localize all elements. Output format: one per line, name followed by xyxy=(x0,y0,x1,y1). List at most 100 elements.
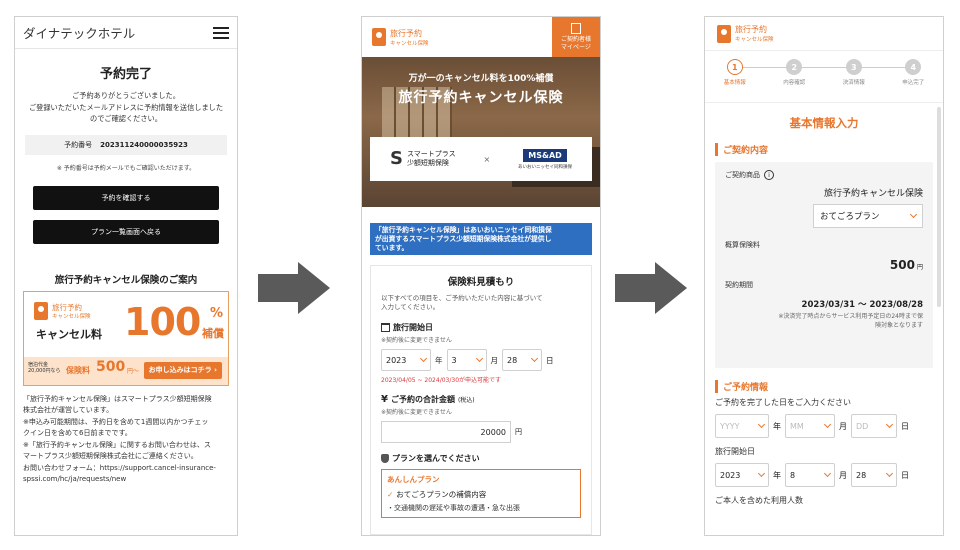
hotel-name: ダイナテックホテル xyxy=(23,26,136,41)
contract-details-card: ご契約商品 i 旅行予約キャンセル保険 おてごろプラン 概算保険料 500 円 契… xyxy=(715,162,933,368)
provider-notice: 「旅行予約キャンセル保険」はあいおいニッセイ同和損保 が出資するスマートプラス少… xyxy=(370,223,592,255)
plan-coverage-label: おてごろプランの補償内容 xyxy=(396,490,487,499)
step-confirm: 2 内容確認 xyxy=(768,59,820,86)
product-name: 旅行予約キャンセル保険 xyxy=(823,189,923,199)
start-month-select[interactable]: 8 xyxy=(785,463,835,487)
available-range: 2023/04/05 ~ 2024/03/30が申込可能です xyxy=(381,377,502,384)
step-payment: 3 決済情報 xyxy=(828,59,880,86)
year-select[interactable]: 2023 xyxy=(381,349,431,371)
quote-description: 以下すべての項目を、ご予約いただいた内容に基づいて 入力してください。 xyxy=(381,294,581,312)
chevron-down-icon xyxy=(530,354,539,363)
banner-stay-price: 宿泊代金 20,000円なら xyxy=(28,362,61,375)
step-label: 基本情報 xyxy=(723,80,746,86)
chevron-down-icon xyxy=(823,469,832,478)
insurance-guide-title: 旅行予約キャンセル保険のご案内 xyxy=(54,274,198,286)
chevron-down-icon xyxy=(419,354,428,363)
year-value: 2023 xyxy=(720,470,741,480)
quote-form-card: 保険料見積もり 以下すべての項目を、ご予約いただいた内容に基づいて 入力してくだ… xyxy=(370,265,592,535)
mypage-line1: ご契約者様 xyxy=(560,35,591,43)
mypage-button[interactable]: ご契約者様 マイページ xyxy=(552,17,600,57)
booking-year-select[interactable]: YYYY xyxy=(715,414,769,438)
shield-icon xyxy=(381,454,389,463)
confirm-reservation-button[interactable]: 予約を確認する xyxy=(33,185,219,210)
contact-form-link[interactable]: spssi.com/hc/ja/requests/new xyxy=(23,474,229,486)
period-note-line: ※決済完了時点からサービス利用予定日の24時まで保 xyxy=(778,313,923,320)
contract-section-heading: ご契約内容 xyxy=(715,143,933,156)
info-line: 株式会社が運営しています。 xyxy=(23,406,114,414)
info-icon[interactable]: i xyxy=(764,170,774,180)
period-note: ※決済完了時点からサービス利用予定日の24時まで保 険対象となります xyxy=(725,313,923,330)
insurance-logo-icon[interactable] xyxy=(717,24,731,43)
banner-hundred: 100 xyxy=(124,299,201,344)
amount-tax: (税込) xyxy=(457,397,475,404)
hamburger-menu-icon[interactable] xyxy=(213,26,229,39)
month-select[interactable]: 3 xyxy=(446,349,487,371)
brand-line2: キャンセル保険 xyxy=(735,37,774,43)
booking-month-select[interactable]: MM xyxy=(785,414,835,438)
brand-logo[interactable]: 旅行予約 キャンセル保険 xyxy=(362,17,429,57)
people-count-label: ご本人を含めた利用人数 xyxy=(715,496,803,505)
insurance-banner[interactable]: 旅行予約 キャンセル保険 キャンセル料 100 % 補償 宿泊代金 20,000… xyxy=(23,290,229,386)
page-title: 予約完了 xyxy=(99,67,152,82)
day-select[interactable]: 28 xyxy=(502,349,542,371)
cross-symbol: × xyxy=(483,154,491,164)
premium-amount: 500 円 xyxy=(725,258,923,272)
insurance-logo-icon xyxy=(34,301,48,320)
contact-form-link[interactable]: お問い合わせフォーム：https://support.cancel-insura… xyxy=(23,463,229,475)
start-date-section: 旅行開始日 ※契約後に変更できません 2023 年 3 月 28 日 2023/… xyxy=(381,322,581,384)
chevron-down-icon xyxy=(909,210,918,219)
quote-title: 保険料見積もり xyxy=(447,277,515,288)
booking-day-select[interactable]: DD xyxy=(851,414,897,438)
info-line: クイン日を含めて6日前までです。 xyxy=(23,429,132,437)
door-icon xyxy=(571,22,581,34)
screen-reservation-complete: ダイナテックホテル 予約完了 ご予約ありがとうございました。 ご登録いただいたメ… xyxy=(14,16,238,536)
info-line: マートプラス少額短期保険株式会社にご連絡ください。 xyxy=(23,452,198,460)
start-year-select[interactable]: 2023 xyxy=(715,463,769,487)
amount-row: 20000 円 xyxy=(381,421,581,443)
start-date-title: 旅行開始日 xyxy=(381,322,581,333)
month-value: 3 xyxy=(451,355,457,365)
back-to-plans-button[interactable]: プラン一覧画面へ戻る xyxy=(33,219,219,244)
premium-label: 概算保険料 xyxy=(725,241,760,249)
banner-yen: 円〜 xyxy=(127,367,140,375)
amount-label: ご予約の合計金額 xyxy=(390,395,455,404)
p1-header: ダイナテックホテル xyxy=(15,17,237,49)
day-value: 28 xyxy=(856,470,867,480)
apply-here-button[interactable]: お申し込みはコチラ › xyxy=(143,361,222,379)
plan-select[interactable]: おてごろプラン xyxy=(813,204,923,228)
plan-title: プランを選んでください xyxy=(381,453,581,464)
chevron-down-icon xyxy=(475,354,483,363)
thanks-line: のでご確認ください。 xyxy=(90,114,162,123)
brand-line1: 旅行予約 xyxy=(735,25,767,34)
screen-insurance-quote: 旅行予約 キャンセル保険 ご契約者様 マイページ 万が一のキャンセル料を100%… xyxy=(361,16,601,536)
start-day-select[interactable]: 28 xyxy=(851,463,897,487)
reservation-note: ※ 予約番号は予約メールでもご確認いただけます。 xyxy=(56,164,196,172)
premium-unit: 円 xyxy=(916,264,923,271)
reservation-section-heading: ご予約情報 xyxy=(715,380,933,393)
insurance-info-text: 「旅行予約キャンセル保険」はスマートプラス少額短期保険 株式会社が運営しています… xyxy=(15,386,237,486)
amount-title: ¥ ご予約の合計金額 (税込) xyxy=(381,394,581,405)
hero-subtitle: 万が一のキャンセル料を100%補償 xyxy=(408,74,554,84)
msad-logo: MS&AD あいおいニッセイ同和損保 xyxy=(518,148,572,170)
thanks-line: ご登録いただいたメールアドレスに予約情報を送信しました xyxy=(28,102,224,112)
period-note-line: 険対象となります xyxy=(875,321,923,329)
plan-coverage-item: ・交通機関の遅延や事故の遭遇・急な出張 xyxy=(387,504,520,512)
scrollbar[interactable] xyxy=(937,107,941,307)
year-value: 2023 xyxy=(386,355,407,365)
steps-connector xyxy=(741,67,907,68)
amount-section: ¥ ご予約の合計金額 (税込) ※契約後に変更できません 20000 円 xyxy=(381,394,581,443)
day-unit: 日 xyxy=(901,421,909,431)
chevron-down-icon xyxy=(823,420,832,429)
mypage-line2: マイページ xyxy=(561,43,591,51)
amount-input[interactable]: 20000 xyxy=(381,421,511,443)
step-label: 内容確認 xyxy=(783,80,806,86)
page-title: 基本情報入力 xyxy=(789,116,859,130)
banner-brand-line2: キャンセル保険 xyxy=(52,313,91,320)
plan-label: プランを選んでください xyxy=(392,454,480,463)
chevron-down-icon xyxy=(757,420,766,429)
plan-option[interactable]: あんしんプラン ✓ おてごろプランの補償内容 ・交通機関の遅延や事故の遭遇・急な… xyxy=(381,469,581,518)
calendar-icon xyxy=(381,323,390,332)
smartplus-logo: S スマートプラス 少額短期保険 xyxy=(390,149,456,169)
info-line: 「旅行予約キャンセル保険」はスマートプラス少額短期保険 xyxy=(23,394,212,403)
product-label-row: ご契約商品 i xyxy=(725,170,923,180)
